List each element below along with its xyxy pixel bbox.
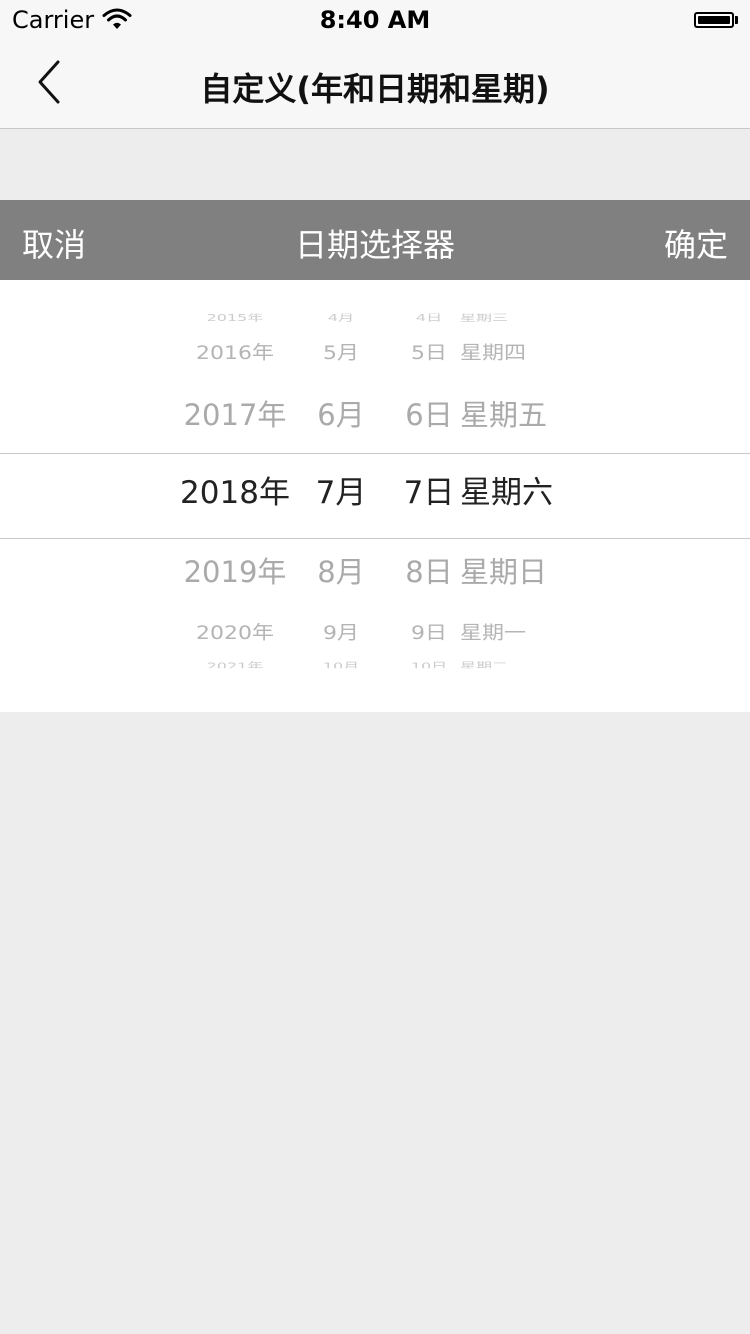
month-option[interactable]: 4月 — [300, 314, 382, 325]
month-option[interactable]: 5月 — [300, 343, 382, 364]
year-option[interactable]: 2019年 — [170, 555, 300, 589]
day-option-selected[interactable]: 7日 — [394, 475, 464, 511]
year-option[interactable]: 2020年 — [170, 623, 300, 644]
day-option[interactable]: 4日 — [394, 314, 464, 325]
battery-icon — [694, 10, 740, 30]
month-option[interactable]: 6月 — [300, 398, 382, 432]
picker-toolbar: 取消 日期选择器 确定 — [0, 200, 750, 280]
weekday-option[interactable]: 星期四 — [460, 343, 570, 364]
year-option[interactable]: 2017年 — [170, 398, 300, 432]
weekday-option[interactable]: 星期二 — [460, 660, 570, 668]
confirm-button[interactable]: 确定 — [664, 220, 728, 266]
month-option[interactable]: 10月 — [300, 660, 382, 668]
year-option[interactable]: 2016年 — [170, 343, 300, 364]
year-option-selected[interactable]: 2018年 — [170, 475, 300, 511]
year-option[interactable]: 2015年 — [170, 314, 300, 325]
weekday-option[interactable]: 星期三 — [460, 314, 570, 325]
weekday-option-selected[interactable]: 星期六 — [460, 475, 570, 511]
page-title: 自定义(年和日期和星期) — [200, 70, 550, 108]
weekday-option[interactable]: 星期日 — [460, 555, 570, 589]
year-option[interactable]: 2021年 — [170, 660, 300, 668]
month-option-selected[interactable]: 7月 — [300, 475, 382, 511]
day-wheel[interactable]: 4日 5日 6日 7日 8日 9日 10日 — [394, 280, 464, 712]
month-wheel[interactable]: 4月 5月 6月 7月 8月 9月 10月 — [300, 280, 382, 712]
weekday-option[interactable]: 星期五 — [460, 398, 570, 432]
clock: 8:40 AM — [319, 6, 431, 34]
day-option[interactable]: 6日 — [394, 398, 464, 432]
weekday-wheel[interactable]: 星期三 星期四 星期五 星期六 星期日 星期一 星期二 — [460, 280, 570, 712]
day-option[interactable]: 9日 — [394, 623, 464, 644]
day-option[interactable]: 10日 — [394, 660, 464, 668]
picker-title: 日期选择器 — [294, 226, 455, 264]
status-bar: Carrier 8:40 AM — [0, 0, 750, 40]
navigation-bar: 自定义(年和日期和星期) — [0, 40, 750, 129]
date-picker[interactable]: 2015年 2016年 2017年 2018年 2019年 2020年 2021… — [0, 280, 750, 712]
year-wheel[interactable]: 2015年 2016年 2017年 2018年 2019年 2020年 2021… — [170, 280, 300, 712]
month-option[interactable]: 8月 — [300, 555, 382, 589]
day-option[interactable]: 5日 — [394, 343, 464, 364]
day-option[interactable]: 8日 — [394, 555, 464, 589]
weekday-option[interactable]: 星期一 — [460, 623, 570, 644]
month-option[interactable]: 9月 — [300, 623, 382, 644]
